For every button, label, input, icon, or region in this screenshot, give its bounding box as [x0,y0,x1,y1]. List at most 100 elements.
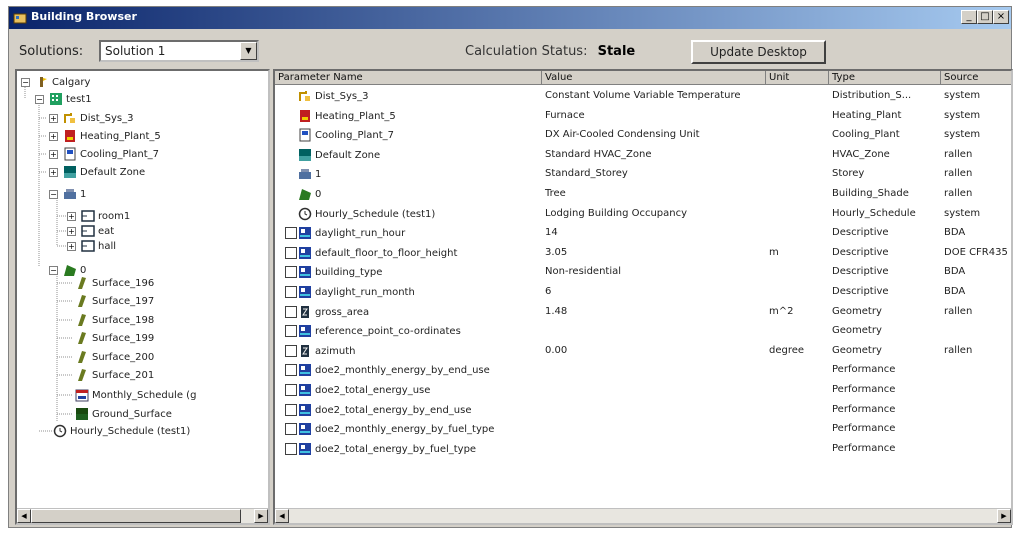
scroll-left-button[interactable]: ◀ [17,509,31,523]
chevron-down-icon[interactable]: ▼ [240,42,257,60]
row-checkbox[interactable] [285,442,297,455]
tree-node-hourly-schedule[interactable]: Hourly_Schedule (test1) [53,424,190,440]
minimize-button[interactable]: _ [961,10,977,24]
table-row[interactable]: 0 Tree Building_Shade rallen [275,185,1011,205]
tree-node-ground-surface[interactable]: Ground_Surface [75,407,172,423]
source-cell: rallen [944,344,973,356]
update-desktop-button[interactable]: Update Desktop [691,40,826,64]
tree-node-surface-199[interactable]: Surface_199 [75,331,154,347]
parameter-name-cell: Hourly_Schedule (test1) [298,207,435,222]
row-checkbox[interactable] [285,286,297,298]
type-cell: Storey [832,168,865,180]
column-header-parameter-name[interactable]: Parameter Name [275,71,542,85]
tree-node-surface-200[interactable]: Surface_200 [75,350,154,366]
scroll-right-button[interactable]: ▶ [997,509,1011,523]
table-row[interactable]: gross_area 1.48 m^2 Geometry rallen [275,303,1011,323]
cooling-plant-icon [64,147,76,161]
row-checkbox[interactable] [285,384,297,396]
table-row[interactable]: building_type Non-residential Descriptive B… [275,263,1011,283]
geom-icon [301,305,309,318]
row-checkbox[interactable] [285,344,297,357]
value-cell: Constant Volume Variable Temperature [545,90,741,101]
grid-horizontal-scrollbar[interactable]: ◀ ▶ [275,508,1011,523]
collapse-icon[interactable]: − [21,78,30,87]
expand-icon[interactable]: + [67,227,76,236]
collapse-icon[interactable]: − [35,95,44,104]
surface-icon [78,369,86,381]
column-header-unit[interactable]: Unit [766,71,829,85]
table-row[interactable]: daylight_run_hour 14 Descriptive BDA [275,224,1011,244]
expand-icon[interactable]: + [49,150,58,159]
value-cell: 0.00 [545,344,568,356]
table-row[interactable]: doe2_monthly_energy_by_end_use Performanc… [275,361,1011,381]
solution-select[interactable]: Solution 1 ▼ [99,40,259,62]
table-row[interactable]: 1 Standard_Storey Storey rallen [275,165,1011,185]
table-row[interactable]: Default Zone Standard HVAC_Zone HVAC_Zone r… [275,146,1011,166]
scroll-left-button[interactable]: ◀ [275,509,289,523]
row-checkbox[interactable] [285,246,297,259]
parameter-name: doe2_monthly_energy_by_end_use [315,365,490,377]
parameter-grid[interactable]: Parameter Name Value Unit Type Source Di… [273,69,1013,525]
maximize-button[interactable]: □ [977,10,993,24]
scroll-thumb[interactable] [31,509,241,523]
type-cell: Geometry [832,325,882,337]
table-row[interactable]: doe2_total_energy_by_fuel_type Performanc… [275,440,1011,460]
collapse-icon[interactable]: − [49,266,58,275]
column-header-source[interactable]: Source [941,71,1011,85]
title-bar[interactable]: Building Browser _ □ × [9,7,1011,29]
clock-icon [53,424,67,438]
type-cell: Performance [832,403,896,415]
tree-label: Surface_196 [92,278,155,289]
tree-node-surface-198[interactable]: Surface_198 [75,313,154,329]
tree-node-surface-197[interactable]: Surface_197 [75,294,154,310]
source-cell: BDA [944,266,966,278]
row-checkbox[interactable] [285,325,297,338]
table-row[interactable]: default_floor_to_floor_height 3.05 m Descri… [275,244,1011,264]
row-checkbox[interactable] [285,305,297,318]
row-checkbox[interactable] [285,423,297,436]
parameter-name-cell: gross_area [298,305,369,320]
tree-horizontal-scrollbar[interactable]: ◀ ▶ [17,508,268,523]
expand-icon[interactable]: + [67,212,76,221]
table-row[interactable]: doe2_total_energy_use Performance [275,381,1011,401]
table-row[interactable]: doe2_total_energy_by_end_use Performance [275,401,1011,421]
expand-icon[interactable]: + [67,242,76,251]
row-checkbox[interactable] [285,266,297,279]
type-cell: Descriptive [832,246,889,258]
tree-node-surface-196[interactable]: Surface_196 [75,276,154,292]
type-cell: Building_Shade [832,188,909,199]
type-cell: Cooling_Plant [832,129,900,141]
expand-icon[interactable]: + [49,114,58,123]
expand-icon[interactable]: + [49,168,58,177]
table-row[interactable]: Hourly_Schedule (test1) Lodging Building … [275,205,1011,225]
parameter-name: Dist_Sys_3 [315,91,369,102]
tree-label: Calgary [52,77,91,88]
tree-node-monthly-schedule[interactable]: Monthly_Schedule (g [75,388,196,404]
parameter-name: default_floor_to_floor_height [315,247,458,259]
row-checkbox[interactable] [285,403,297,416]
expand-icon[interactable]: + [49,132,58,141]
close-button[interactable]: × [993,10,1009,24]
table-row[interactable]: Cooling_Plant_7 DX Air-Cooled Condensing … [275,126,1011,146]
parameter-name-cell: doe2_monthly_energy_by_end_use [298,363,490,378]
column-header-value[interactable]: Value [542,71,766,85]
table-row[interactable]: doe2_monthly_energy_by_fuel_type Performa… [275,420,1011,440]
row-checkbox[interactable] [285,227,297,240]
unit-cell: degree [769,344,805,356]
table-row[interactable]: Heating_Plant_5 Furnace Heating_Plant syste… [275,107,1011,127]
source-cell: rallen [944,148,973,160]
column-header-type[interactable]: Type [829,71,941,85]
table-row[interactable]: reference_point_co-ordinates Geometry [275,322,1011,342]
tree-node-surface-201[interactable]: Surface_201 [75,368,154,384]
table-row[interactable]: daylight_run_month 6 Descriptive BDA [275,283,1011,303]
table-row[interactable]: azimuth 0.00 degree Geometry rallen [275,342,1011,362]
param-icon [299,227,311,240]
table-row[interactable]: Dist_Sys_3 Constant Volume Variable Tempe… [275,87,1011,107]
surface-icon [78,295,86,307]
parameter-name: gross_area [315,306,370,318]
status-value: Stale [597,44,636,59]
row-checkbox[interactable] [285,364,297,377]
collapse-icon[interactable]: − [49,190,58,199]
scroll-right-button[interactable]: ▶ [254,509,268,523]
building-tree[interactable]: − Calgary − test1 + Dist_Sys_3 + Heating… [15,69,270,525]
